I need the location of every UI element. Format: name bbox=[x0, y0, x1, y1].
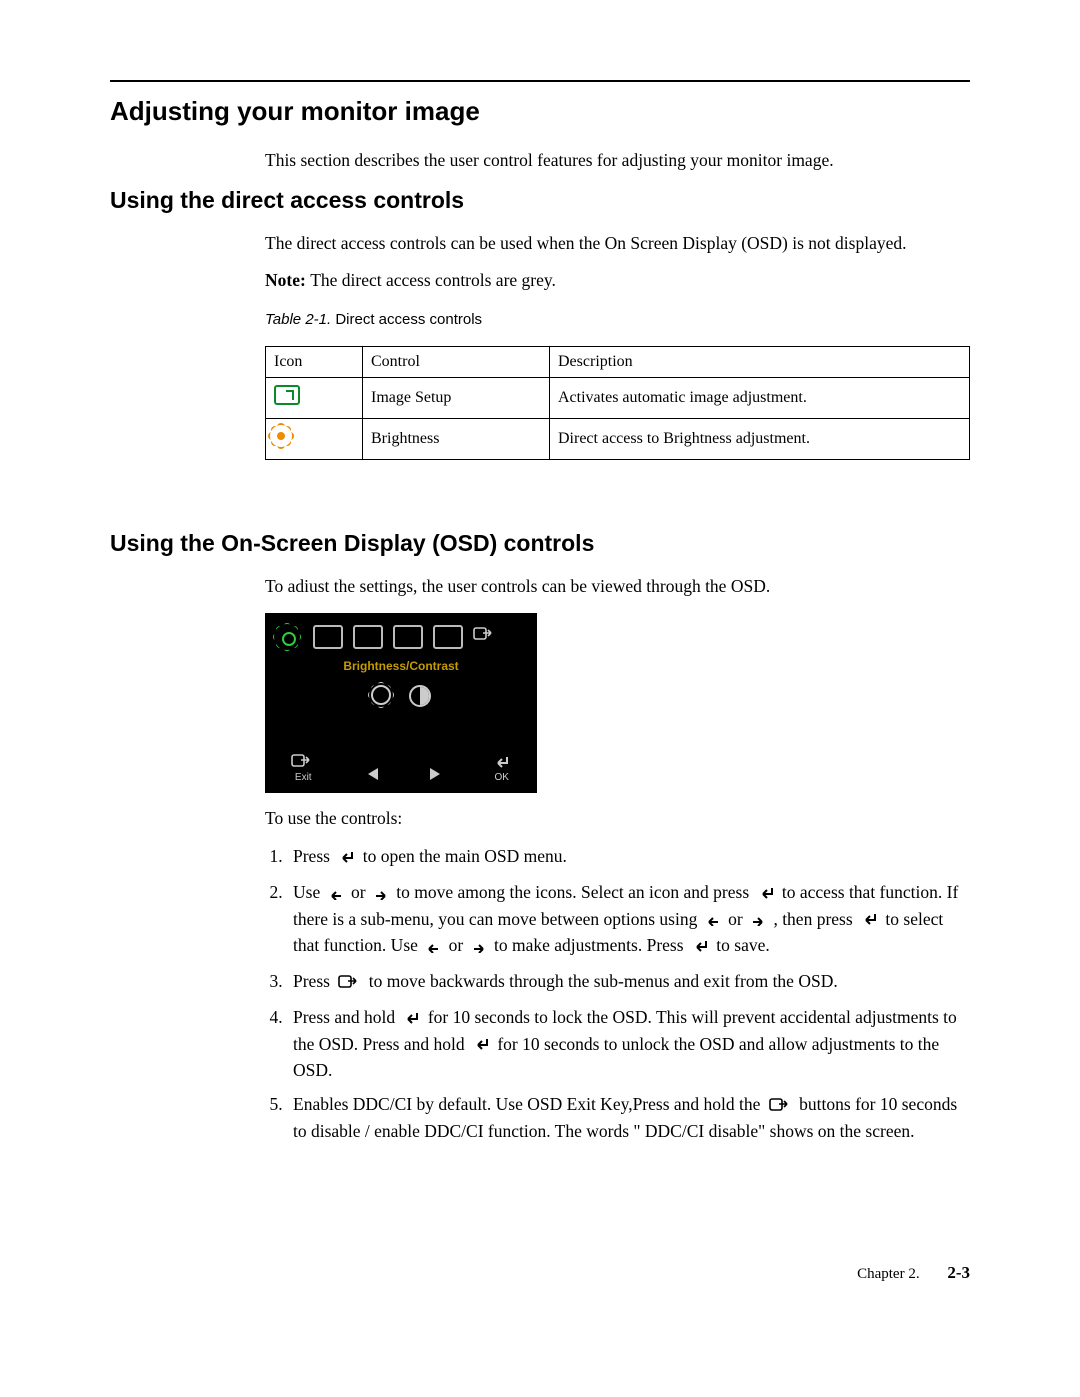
left-arrow-icon bbox=[426, 935, 440, 960]
heading-direct-access: Using the direct access controls bbox=[110, 187, 970, 214]
osd-sub-contrast-icon bbox=[409, 685, 431, 707]
th-description: Description bbox=[550, 346, 970, 377]
heading-main: Adjusting your monitor image bbox=[110, 96, 970, 127]
footer-chapter: Chapter 2. bbox=[857, 1266, 919, 1282]
direct-intro: The direct access controls can be used w… bbox=[265, 232, 970, 256]
to-use-controls: To use the controls: bbox=[265, 807, 970, 831]
page-footer: Chapter 2. 2-3 bbox=[110, 1263, 970, 1283]
osd-tab-icon bbox=[393, 625, 423, 649]
table-header-row: Icon Control Description bbox=[266, 346, 970, 377]
note-line: Note: The direct access controls are gre… bbox=[265, 269, 970, 293]
left-arrow-icon bbox=[329, 882, 343, 907]
direct-access-table: Icon Control Description Image Setup Act… bbox=[265, 346, 970, 460]
step-5: Enables DDC/CI by default. Use OSD Exit … bbox=[287, 1092, 970, 1143]
osd-tab-icon bbox=[353, 625, 383, 649]
image-setup-icon bbox=[274, 385, 300, 405]
table-row: Brightness Direct access to Brightness a… bbox=[266, 418, 970, 459]
footer-page-number: 2-3 bbox=[947, 1263, 970, 1282]
osd-tab-brightness-icon bbox=[277, 627, 303, 647]
enter-icon bbox=[758, 882, 774, 907]
step-1: Press to open the main OSD menu. bbox=[287, 844, 970, 870]
heading-osd: Using the On-Screen Display (OSD) contro… bbox=[110, 530, 970, 557]
osd-exit-label: Exit bbox=[291, 753, 315, 783]
enter-icon bbox=[338, 846, 354, 871]
steps-list: Press to open the main OSD menu. Use or … bbox=[265, 844, 970, 1143]
left-arrow-icon bbox=[706, 908, 720, 933]
step-4: Press and hold for 10 seconds to lock th… bbox=[287, 1005, 970, 1082]
right-arrow-icon bbox=[751, 908, 765, 933]
enter-icon bbox=[403, 1007, 419, 1032]
osd-title: Brightness/Contrast bbox=[265, 659, 537, 673]
table-row: Image Setup Activates automatic image ad… bbox=[266, 377, 970, 418]
exit-icon bbox=[769, 1094, 791, 1119]
cell-control: Brightness bbox=[363, 418, 550, 459]
th-icon: Icon bbox=[266, 346, 363, 377]
osd-left-arrow-icon bbox=[368, 768, 378, 783]
osd-ok-label: OK bbox=[493, 755, 511, 783]
cell-control: Image Setup bbox=[363, 377, 550, 418]
osd-tab-icon bbox=[313, 625, 343, 649]
cell-desc: Activates automatic image adjustment. bbox=[550, 377, 970, 418]
osd-sub-brightness-icon bbox=[371, 685, 391, 705]
osd-tab-exit-icon bbox=[473, 626, 497, 647]
osd-screenshot: Brightness/Contrast Exit OK bbox=[265, 613, 537, 793]
right-arrow-icon bbox=[472, 935, 486, 960]
table-caption: Table 2-1. Direct access controls bbox=[265, 311, 970, 328]
step-3: Press to move backwards through the sub-… bbox=[287, 969, 970, 995]
th-control: Control bbox=[363, 346, 550, 377]
enter-icon bbox=[692, 935, 708, 960]
step-2: Use or to move among the icons. Select a… bbox=[287, 880, 970, 959]
exit-icon bbox=[338, 971, 360, 996]
section-divider bbox=[110, 80, 970, 82]
intro-text: This section describes the user control … bbox=[265, 149, 970, 173]
enter-icon bbox=[473, 1033, 489, 1058]
enter-icon bbox=[861, 908, 877, 933]
brightness-icon bbox=[274, 429, 288, 443]
right-arrow-icon bbox=[374, 882, 388, 907]
osd-tab-icon bbox=[433, 625, 463, 649]
osd-right-arrow-icon bbox=[430, 768, 440, 783]
osd-intro: To adiust the settings, the user control… bbox=[265, 575, 970, 599]
cell-desc: Direct access to Brightness adjustment. bbox=[550, 418, 970, 459]
